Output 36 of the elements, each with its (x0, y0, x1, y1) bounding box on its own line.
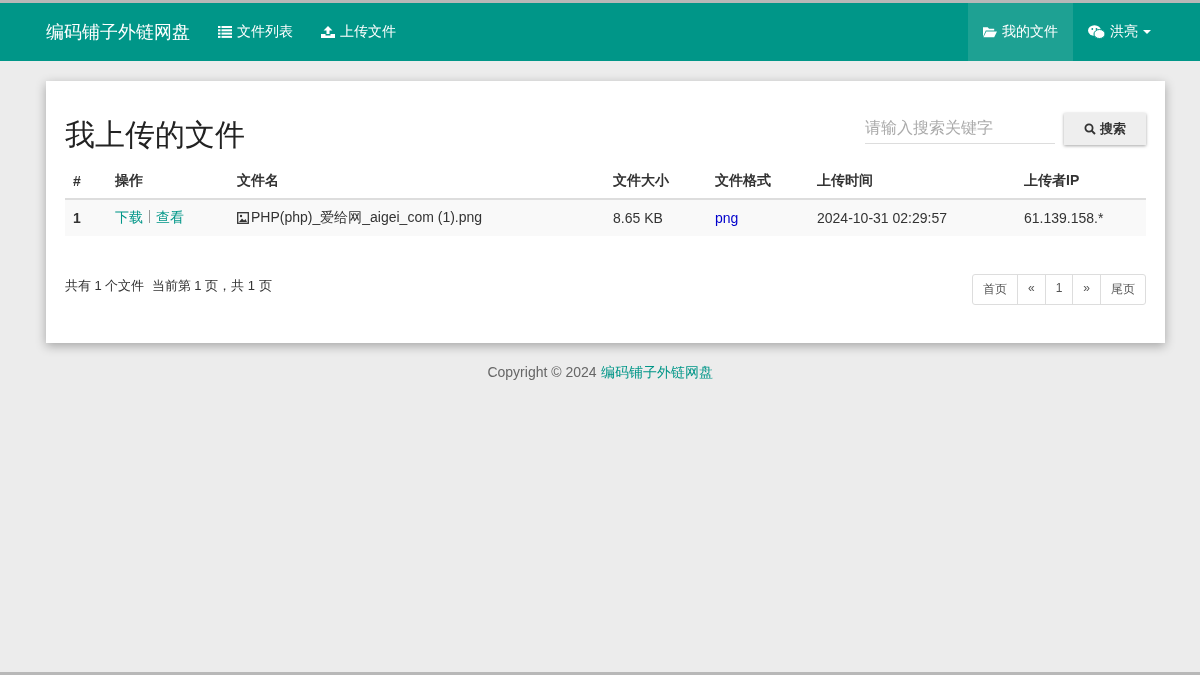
format-link[interactable]: png (715, 210, 739, 226)
file-size: 8.65 KB (613, 210, 663, 226)
row-number: 1 (73, 210, 81, 226)
pagination-link[interactable]: » (1072, 274, 1101, 305)
pagination-link[interactable]: « (1016, 274, 1046, 305)
nav-link[interactable]: 文件列表 (204, 3, 307, 61)
column-header: 操作 (115, 172, 143, 188)
column-header: # (73, 173, 81, 189)
upload-icon (321, 26, 335, 38)
brand-title[interactable]: 编码铺子外链网盘 (46, 3, 190, 61)
action-link[interactable]: 查看 (156, 209, 184, 225)
image-file-icon (237, 212, 249, 224)
nav-link[interactable]: 上传文件 (307, 3, 410, 61)
search-icon (1084, 122, 1096, 135)
footer-link[interactable]: 编码铺子外链网盘 (600, 364, 713, 382)
list-icon (218, 26, 232, 38)
search-button[interactable]: 搜索 (1064, 112, 1146, 145)
file-name: PHP(php)_爱给网_aigei_com (1).png (251, 209, 483, 227)
upload-time: 2024-10-31 02:29:57 (817, 210, 947, 226)
nav-link[interactable]: 洪亮 (1073, 3, 1166, 61)
uploader-ip: 61.139.158.* (1024, 210, 1104, 226)
copyright-text: Copyright © 2024 (487, 364, 597, 382)
pagination-link[interactable]: 首页 (971, 274, 1018, 305)
summary-text: 共有 1 个文件 当前第 1 页，共 1 页 (65, 277, 272, 295)
chat-bubbles-icon (1088, 25, 1105, 39)
column-header: 文件名 (237, 172, 279, 188)
nav-link[interactable]: 我的文件 (968, 3, 1073, 61)
column-header: 文件大小 (613, 172, 669, 188)
pagination-link[interactable]: 尾页 (1100, 274, 1146, 305)
column-header: 上传时间 (817, 172, 873, 188)
folder-icon (983, 26, 997, 38)
action-link[interactable]: 下载 (115, 209, 143, 225)
page-title: 我上传的文件 (65, 117, 245, 153)
pagination-link[interactable]: 1 (1044, 274, 1074, 305)
column-header: 文件格式 (715, 172, 771, 188)
column-header: 上传者IP (1024, 172, 1080, 188)
